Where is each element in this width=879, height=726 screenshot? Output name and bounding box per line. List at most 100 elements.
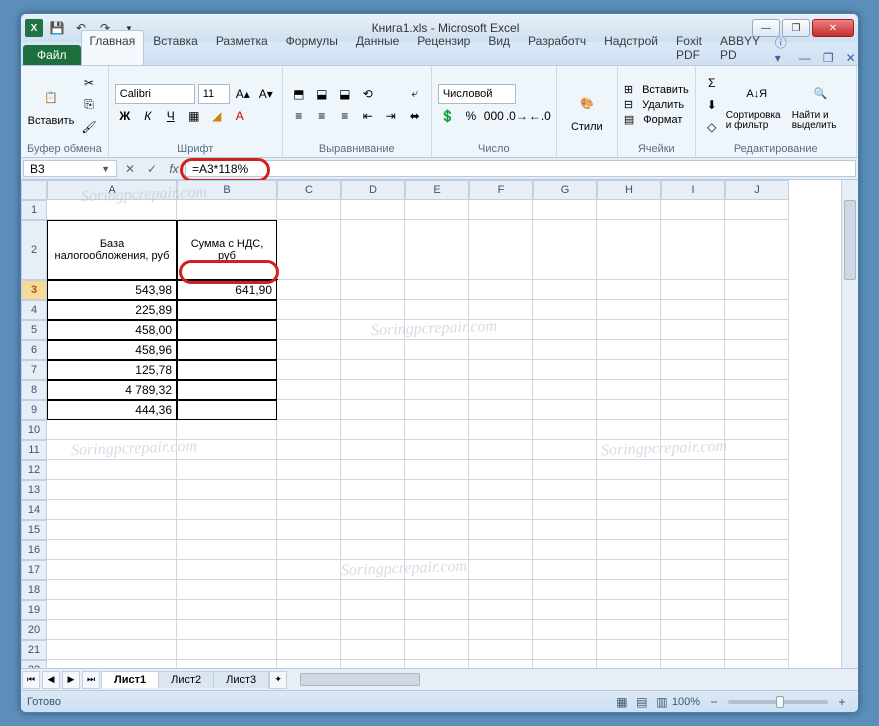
cell-I5[interactable] <box>661 320 725 340</box>
row-header-19[interactable]: 19 <box>21 600 47 620</box>
cell-C8[interactable] <box>277 380 341 400</box>
ribbon-tab-1[interactable]: Вставка <box>144 30 207 65</box>
cell-A10[interactable] <box>47 420 177 440</box>
cell-E8[interactable] <box>405 380 469 400</box>
cell-D13[interactable] <box>341 480 405 500</box>
cell-J1[interactable] <box>725 200 789 220</box>
cell-I7[interactable] <box>661 360 725 380</box>
cell-B7[interactable] <box>177 360 277 380</box>
cell-C14[interactable] <box>277 500 341 520</box>
cell-H9[interactable] <box>597 400 661 420</box>
cell-I19[interactable] <box>661 600 725 620</box>
row-header-3[interactable]: 3 <box>21 280 47 300</box>
select-all-corner[interactable] <box>21 180 47 200</box>
cell-G22[interactable] <box>533 660 597 668</box>
sheet-tab-1[interactable]: Лист2 <box>158 671 214 688</box>
cell-C6[interactable] <box>277 340 341 360</box>
col-header-G[interactable]: G <box>533 180 597 200</box>
cell-D11[interactable] <box>341 440 405 460</box>
cell-I17[interactable] <box>661 560 725 580</box>
cell-B5[interactable] <box>177 320 277 340</box>
align-top-icon[interactable]: ⬒ <box>289 84 309 104</box>
cell-C9[interactable] <box>277 400 341 420</box>
cell-E13[interactable] <box>405 480 469 500</box>
underline-button[interactable]: Ч <box>161 106 181 126</box>
row-header-16[interactable]: 16 <box>21 540 47 560</box>
cell-B12[interactable] <box>177 460 277 480</box>
cell-J7[interactable] <box>725 360 789 380</box>
cell-J3[interactable] <box>725 280 789 300</box>
ribbon-tab-4[interactable]: Данные <box>347 30 408 65</box>
cell-F22[interactable] <box>469 660 533 668</box>
cell-J17[interactable] <box>725 560 789 580</box>
cell-F12[interactable] <box>469 460 533 480</box>
cell-G3[interactable] <box>533 280 597 300</box>
cell-B13[interactable] <box>177 480 277 500</box>
cell-G19[interactable] <box>533 600 597 620</box>
increase-decimal-icon[interactable]: .0→ <box>507 106 527 126</box>
cell-I9[interactable] <box>661 400 725 420</box>
cell-B22[interactable] <box>177 660 277 668</box>
cell-A15[interactable] <box>47 520 177 540</box>
cell-B1[interactable] <box>177 200 277 220</box>
row-header-14[interactable]: 14 <box>21 500 47 520</box>
cell-B14[interactable] <box>177 500 277 520</box>
view-pagebreak-icon[interactable]: ▥ <box>652 692 672 712</box>
cell-J5[interactable] <box>725 320 789 340</box>
doc-close-icon[interactable]: ✕ <box>840 51 859 65</box>
cell-H6[interactable] <box>597 340 661 360</box>
find-select-button[interactable]: 🔍 Найти и выделить <box>792 68 850 141</box>
cell-E15[interactable] <box>405 520 469 540</box>
cell-D6[interactable] <box>341 340 405 360</box>
sort-filter-button[interactable]: А↓Я Сортировка и фильтр <box>726 68 788 141</box>
cell-A21[interactable] <box>47 640 177 660</box>
sheet-nav-0[interactable]: ⏮ <box>22 671 40 689</box>
row-header-1[interactable]: 1 <box>21 200 47 220</box>
number-format-combo[interactable]: Числовой <box>438 84 516 104</box>
cell-D2[interactable] <box>341 220 405 280</box>
cell-F7[interactable] <box>469 360 533 380</box>
cell-B16[interactable] <box>177 540 277 560</box>
cell-C20[interactable] <box>277 620 341 640</box>
cell-D20[interactable] <box>341 620 405 640</box>
cell-G11[interactable] <box>533 440 597 460</box>
save-icon[interactable]: 💾 <box>47 18 67 38</box>
row-header-2[interactable]: 2 <box>21 220 47 280</box>
row-header-8[interactable]: 8 <box>21 380 47 400</box>
cell-G18[interactable] <box>533 580 597 600</box>
cell-H5[interactable] <box>597 320 661 340</box>
cell-C3[interactable] <box>277 280 341 300</box>
cell-H15[interactable] <box>597 520 661 540</box>
col-header-B[interactable]: B <box>177 180 277 200</box>
row-header-5[interactable]: 5 <box>21 320 47 340</box>
cell-I8[interactable] <box>661 380 725 400</box>
cell-B8[interactable] <box>177 380 277 400</box>
align-middle-icon[interactable]: ⬓ <box>312 84 332 104</box>
view-normal-icon[interactable]: ▦ <box>612 692 632 712</box>
cell-A14[interactable] <box>47 500 177 520</box>
cell-H18[interactable] <box>597 580 661 600</box>
cell-H11[interactable] <box>597 440 661 460</box>
cell-H19[interactable] <box>597 600 661 620</box>
cell-F21[interactable] <box>469 640 533 660</box>
cell-I14[interactable] <box>661 500 725 520</box>
cell-J15[interactable] <box>725 520 789 540</box>
cell-C5[interactable] <box>277 320 341 340</box>
cell-G14[interactable] <box>533 500 597 520</box>
cell-D17[interactable] <box>341 560 405 580</box>
insert-cells-button[interactable]: ⊞ Вставить <box>624 83 689 96</box>
cell-C2[interactable] <box>277 220 341 280</box>
cell-G15[interactable] <box>533 520 597 540</box>
col-header-I[interactable]: I <box>661 180 725 200</box>
styles-button[interactable]: 🎨 Стили <box>563 68 611 153</box>
cell-A17[interactable] <box>47 560 177 580</box>
cell-H17[interactable] <box>597 560 661 580</box>
cell-B20[interactable] <box>177 620 277 640</box>
row-header-18[interactable]: 18 <box>21 580 47 600</box>
cell-H20[interactable] <box>597 620 661 640</box>
cell-D1[interactable] <box>341 200 405 220</box>
cut-icon[interactable]: ✂ <box>79 73 99 93</box>
cell-I10[interactable] <box>661 420 725 440</box>
cell-F17[interactable] <box>469 560 533 580</box>
cell-E10[interactable] <box>405 420 469 440</box>
